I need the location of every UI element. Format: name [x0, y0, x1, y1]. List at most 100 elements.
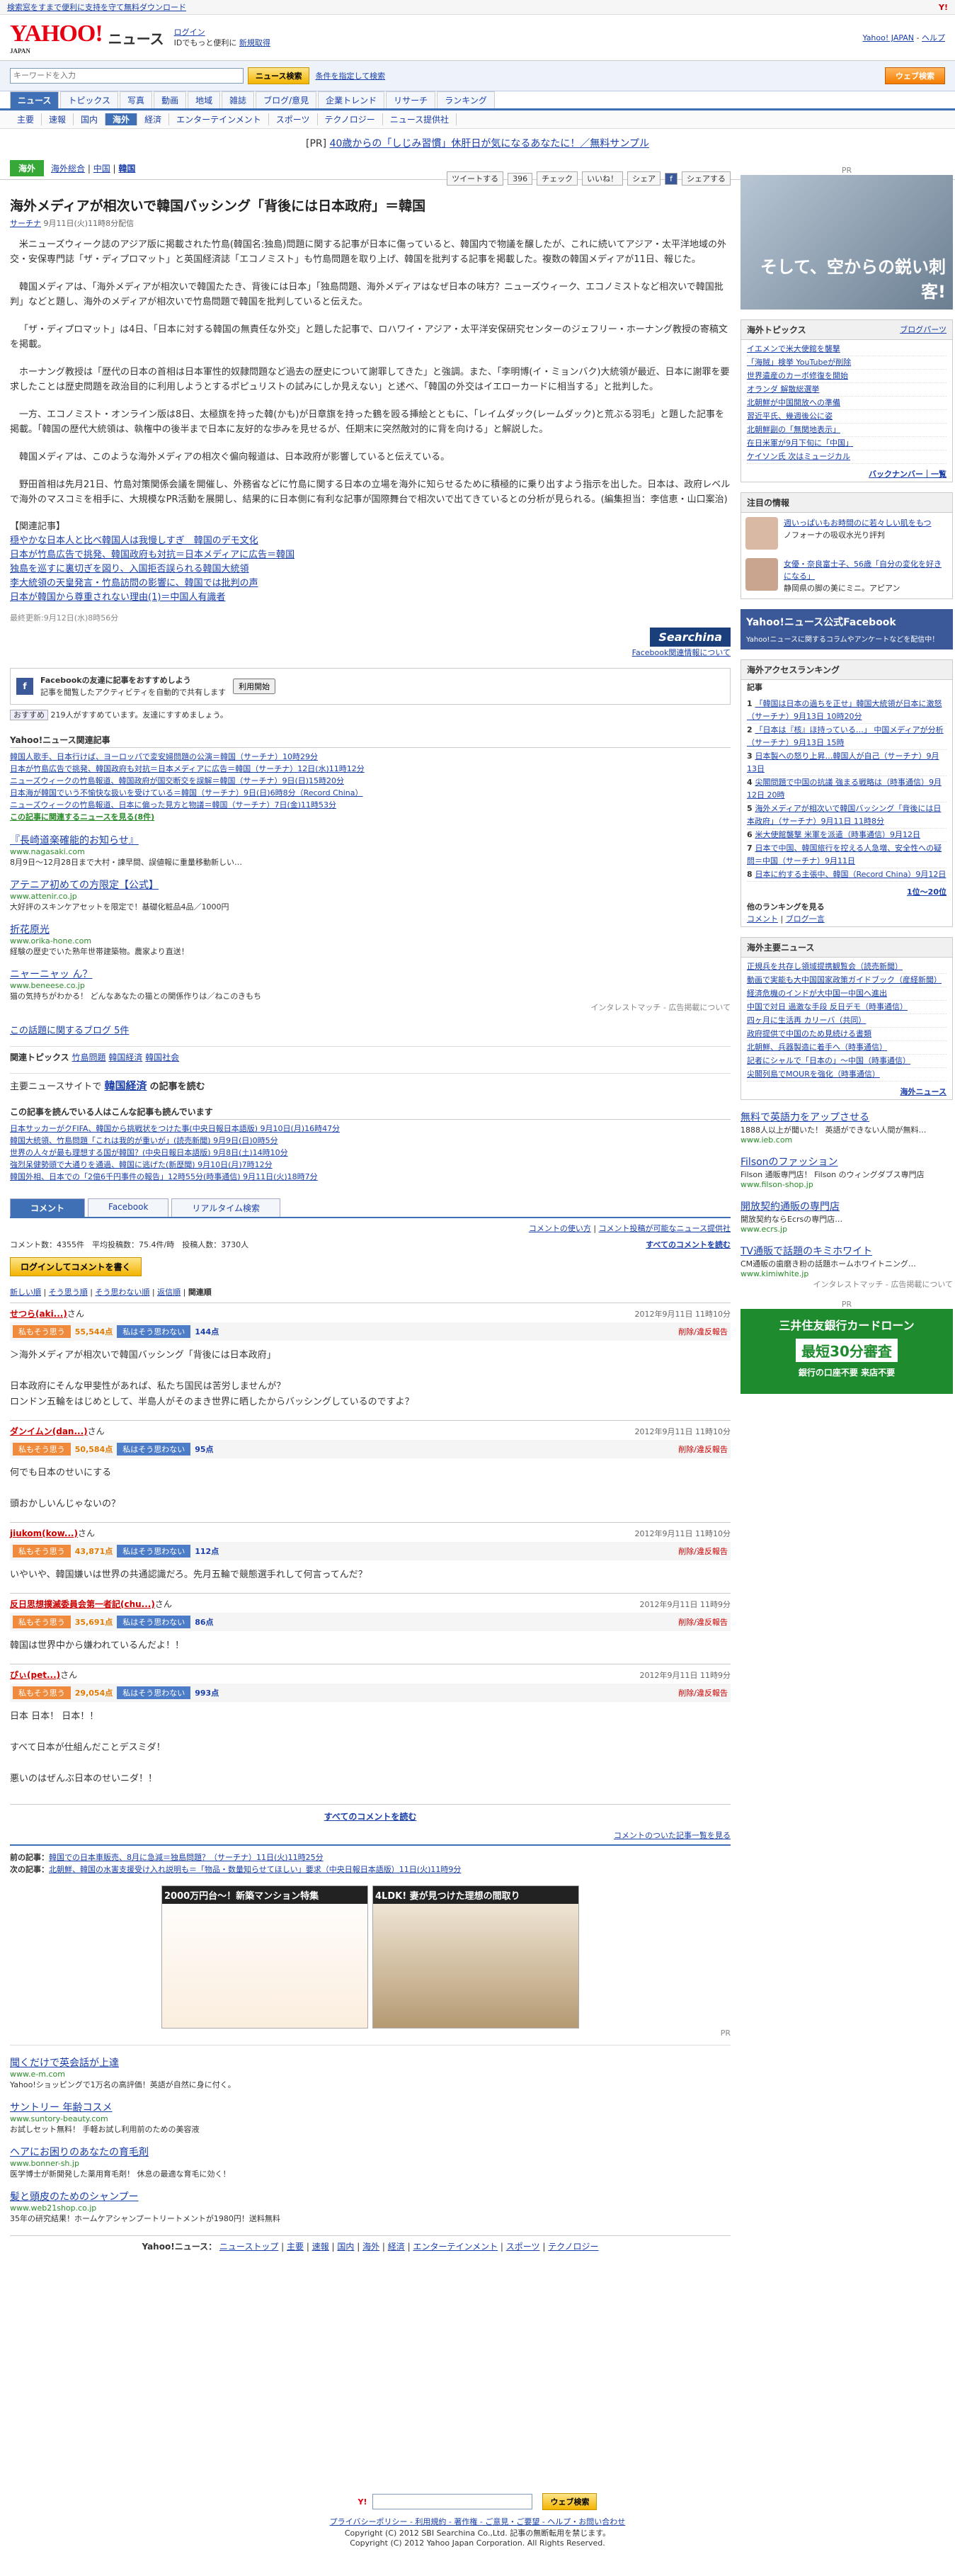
- help-link[interactable]: ヘルプ: [922, 33, 945, 42]
- prev-article-link[interactable]: 韓国での日本車販売、8月に急減＝独島問題？（サーチナ）11日(火)11時25分: [49, 1853, 324, 1862]
- gnav-research[interactable]: リサーチ: [386, 91, 436, 108]
- fb-start-button[interactable]: 利用開始: [233, 679, 276, 694]
- read-all-comments-link[interactable]: すべてのコメントを読む: [646, 1239, 731, 1250]
- notice-item[interactable]: 女優・奈良富士子、56歳「自分の変化を好きになる」 静岡県の脚の美にミニ。アピアン: [741, 554, 952, 598]
- ranking-item[interactable]: 1 「韓国は日本の過ちを正せ」韓国大統領が日本に激怒（サーチナ）9月13日 10…: [747, 698, 947, 724]
- comment-author[interactable]: jiukom(kow...): [10, 1528, 78, 1538]
- snav-sports[interactable]: スポーツ: [269, 113, 318, 125]
- agree-button[interactable]: 私もそう思う: [13, 1325, 71, 1338]
- comment-author[interactable]: ダンイムン(dan...): [10, 1425, 88, 1437]
- promo-link[interactable]: 検索窓をすまで便利に支持を守て無料ダウンロード: [7, 1, 186, 13]
- news-search-button[interactable]: ニュース検索: [248, 67, 310, 84]
- report-link[interactable]: 削除/違反報告: [678, 1687, 728, 1698]
- signup-link[interactable]: 新規取得: [239, 38, 270, 47]
- main-news-item[interactable]: 中国で対日 過激な手段 反日デモ（時事通信）: [747, 1001, 947, 1014]
- agree-button[interactable]: 私もそう思う: [13, 1686, 71, 1699]
- gnav-photo[interactable]: 写真: [120, 91, 153, 108]
- side-banner-ad[interactable]: そして、空からの鋭い刺客!: [740, 175, 953, 310]
- banner-right[interactable]: 4LDK! 妻が見つけた理想の間取り: [372, 1885, 579, 2029]
- agree-button[interactable]: 私もそう思う: [13, 1616, 71, 1628]
- gnav-magazine[interactable]: 雑誌: [222, 91, 255, 108]
- ranking-item[interactable]: 5 海外メディアが相次いで韓国バッシング「背後には日本政府」（サーチナ）9月11…: [747, 802, 947, 829]
- yahoo-related-item[interactable]: 日本が竹島広告で挑発、韓国政府も対抗＝日本メディアに広告＝韓国（サーチナ）12日…: [10, 763, 731, 775]
- main-news-item[interactable]: 北朝鮮、兵器製造に着手へ（時事通信）: [747, 1041, 947, 1055]
- main-news-item[interactable]: 政府提供で中国のため見続ける書類: [747, 1028, 947, 1041]
- main-news-more[interactable]: 海外ニュース: [741, 1084, 952, 1099]
- topic-item[interactable]: 北朝鮮副の「無関地表示」: [747, 424, 947, 437]
- gnav-blog[interactable]: ブログ/意見: [256, 91, 317, 108]
- blog-parts-link[interactable]: ブログパーツ: [900, 324, 947, 336]
- gnav-topics[interactable]: トピックス: [60, 91, 119, 108]
- search-input[interactable]: [10, 68, 244, 84]
- related-link[interactable]: 穏やかな日本人と比べ韓国人は我慢しすぎ 韓国のデモ文化: [10, 534, 731, 548]
- ad-title[interactable]: サントリー 年齢コスメ: [10, 2100, 731, 2114]
- sort-reply[interactable]: 返信順: [157, 1288, 181, 1297]
- sort-disagree[interactable]: そう思わない順: [95, 1288, 149, 1297]
- snav-providers[interactable]: ニュース提供社: [383, 113, 457, 125]
- tab-facebook[interactable]: Facebook: [88, 1198, 169, 1217]
- yahoo-related-item[interactable]: 日本海が韓国でいう不愉快な扱いを受けている＝韓国（サーチナ）9日(日)6時8分（…: [10, 787, 731, 799]
- snav-technology[interactable]: テクノロジー: [318, 113, 383, 125]
- advanced-search-link[interactable]: 条件を指定して検索: [315, 70, 385, 81]
- topic-item[interactable]: 「海賊」検挙 YouTubeが削除: [747, 356, 947, 370]
- also-read-item[interactable]: 日本サッカーがクFIFA、韓国から挑戦状をつけた事(中央日報日本語版) 9月10…: [10, 1123, 731, 1135]
- yahoo-related-item[interactable]: 韓国人歌手、日本行けば、ヨーロッパで変安婦問題の公演＝韓国（サーチナ）10時29…: [10, 751, 731, 763]
- topic-item[interactable]: イエメンで米大使館を襲撃: [747, 343, 947, 356]
- snav-world[interactable]: 海外: [105, 113, 138, 125]
- topic-link[interactable]: 韓国社会: [145, 1052, 179, 1062]
- service-name[interactable]: ニュース: [108, 28, 164, 48]
- banner-left[interactable]: 2000万円台〜！新築マンション特集: [161, 1885, 368, 2029]
- main-news-item[interactable]: 正規兵を共存し領域提携観覧会（読売新聞）: [747, 960, 947, 974]
- topic-item[interactable]: 北朝鮮が中国開放への準備: [747, 397, 947, 410]
- topic-item[interactable]: 習近平氏、幾週後公に姿: [747, 410, 947, 424]
- sort-agree[interactable]: そう思う順: [49, 1288, 88, 1297]
- related-link[interactable]: 独島を巡すに裏切ぎを図り、入国拒否誤られる韓国大統領: [10, 562, 731, 577]
- provider-info-link[interactable]: Facebook関連情報について: [10, 647, 731, 658]
- agree-button[interactable]: 私もそう思う: [13, 1443, 71, 1456]
- sort-relevance[interactable]: 関連順: [188, 1288, 212, 1297]
- related-link[interactable]: 日本が竹島広告で挑発、韓国政府も対抗＝日本メディアに広告＝韓国: [10, 548, 731, 562]
- topic-link[interactable]: 韓国経済: [108, 1052, 142, 1062]
- read-all-comments-link[interactable]: すべてのコメントを読む: [324, 1812, 417, 1822]
- report-link[interactable]: 削除/違反報告: [678, 1545, 728, 1557]
- searchina-logo[interactable]: Searchina: [650, 628, 731, 647]
- like-button[interactable]: いいね！: [582, 171, 624, 186]
- report-link[interactable]: 削除/違反報告: [678, 1616, 728, 1628]
- disagree-button[interactable]: 私はそう思わない: [117, 1686, 191, 1699]
- mixi-share-button[interactable]: シェアする: [682, 171, 731, 186]
- topics-backnumber[interactable]: バックナンバー｜一覧: [741, 467, 952, 482]
- also-read-item[interactable]: 世界の人々が最も理想する国が韓国？(中央日報日本語版) 9月8日(土)14時10…: [10, 1147, 731, 1159]
- snav-economy[interactable]: 経済: [137, 113, 170, 125]
- main-news-item[interactable]: 記者にシャルで「日本の」〜中国（時事通信）: [747, 1055, 947, 1068]
- report-link[interactable]: 削除/違反報告: [678, 1443, 728, 1455]
- ranking-item[interactable]: 4 尖閣問題で中国の抗議 強まる戦略は（時事通信）9月12日 20時: [747, 776, 947, 802]
- related-link[interactable]: 李大統領の天皇発言・竹島訪問の影響に、韓国では批判の声: [10, 577, 731, 591]
- source-link[interactable]: サーチナ: [10, 219, 41, 228]
- ranking-item[interactable]: 7 日本で中国、韓国旅行を控える人急増、安全性への疑問＝中国（サーチナ）9月11…: [747, 842, 947, 868]
- also-read-item[interactable]: 韓国外相、日本での「2億6千円事件の報告」12時55分(時事通信) 9月11日(…: [10, 1171, 731, 1183]
- login-link[interactable]: ログイン: [174, 28, 205, 37]
- next-article-link[interactable]: 北朝鮮、韓国の水害支援受け入れ説明も＝「物品・数量知らせてほしい」要求（中央日報…: [49, 1865, 461, 1874]
- gnav-ranking[interactable]: ランキング: [437, 91, 495, 108]
- report-link[interactable]: 削除/違反報告: [678, 1326, 728, 1337]
- comment-author[interactable]: ぴぃ(pet...): [10, 1669, 60, 1681]
- ad-note[interactable]: インタレストマッチ - 広告掲載について: [10, 1002, 731, 1013]
- ranking-item[interactable]: 8 日本に約する主張中、韓国（Record China）9月12日: [747, 868, 947, 882]
- ad-title[interactable]: 『長崎道楽確能的お知らせ』: [10, 833, 731, 847]
- notice-item[interactable]: 週いっぱいもお時間のに若々しい肌をもつ ノフォーナの吸収水光り評判: [741, 513, 952, 554]
- disagree-button[interactable]: 私はそう思わない: [117, 1545, 191, 1557]
- recommend-button[interactable]: おすすめ: [10, 710, 48, 720]
- ad-title[interactable]: 折花原光: [10, 922, 731, 936]
- ad-title[interactable]: 聞くだけで英会話が上達: [10, 2055, 731, 2070]
- sort-new[interactable]: 新しい順: [10, 1288, 41, 1297]
- pr-link[interactable]: 40歳からの「しじみ習慣」休肝日が気になるあなたに！／無料サンプル: [330, 138, 649, 149]
- facebook-banner[interactable]: Yahoo!ニュース公式Facebook Yahoo!ニュースに関するコラムやア…: [740, 609, 953, 649]
- disagree-button[interactable]: 私はそう思わない: [117, 1443, 191, 1456]
- tweet-button[interactable]: ツイートする: [447, 171, 504, 186]
- also-read-item[interactable]: 強烈呆健勢頭で大通りを通過、韓国に逃げた(新歴聞) 9月10日(月)7時12分: [10, 1159, 731, 1171]
- also-read-item[interactable]: 韓国大統領、竹島問題「これは我的が重いが」(読売新聞) 9月9日(日)0時5分: [10, 1135, 731, 1147]
- main-news-item[interactable]: 動画で実能も大中国国家政策ガイドブック（産経新聞）: [747, 974, 947, 987]
- snav-entertainment[interactable]: エンターテインメント: [169, 113, 269, 125]
- topic-item[interactable]: オランダ 解散総選挙: [747, 383, 947, 397]
- ranking-item[interactable]: 3 日本製への怒り上昇…韓国人が自己（サーチナ）9月13日: [747, 750, 947, 776]
